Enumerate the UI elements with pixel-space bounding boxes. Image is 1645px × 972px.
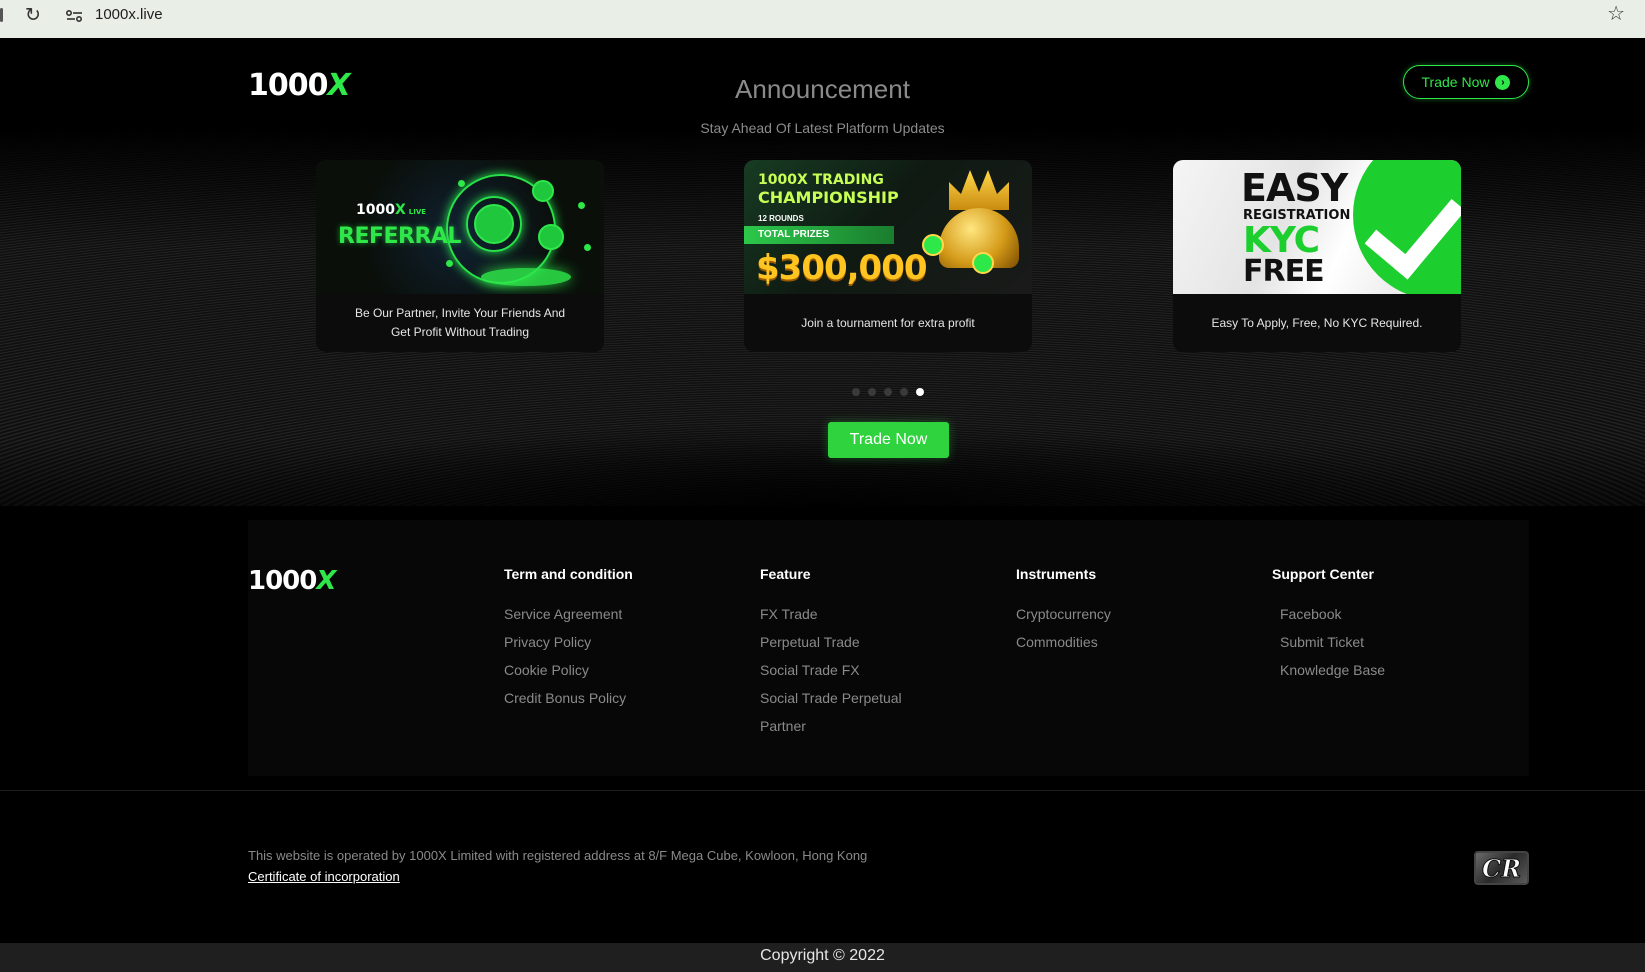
footer-column-title: Term and condition [504, 566, 633, 582]
announcement-card-referral[interactable]: 1000X LIVE REFERRAL Be Our Partner, Invit… [316, 160, 604, 352]
footer-column-title: Support Center [1272, 566, 1374, 582]
avatar [538, 224, 564, 250]
carousel-dot-5[interactable] [916, 388, 924, 396]
prize-amount: $300,000 [756, 248, 928, 288]
header-trade-now-button[interactable]: Trade Now › [1403, 65, 1529, 99]
certificate-link[interactable]: Certificate of incorporation [248, 869, 400, 884]
footer-link-commodities[interactable]: Commodities [1016, 628, 1111, 656]
legal-notice: This website is operated by 1000X Limite… [248, 848, 868, 863]
card-caption: Join a tournament for extra profit [801, 315, 975, 330]
footer-link-fx-trade[interactable]: FX Trade [760, 600, 902, 628]
footer-column-feature: Feature FX Trade Perpetual Trade Social … [760, 566, 902, 740]
referral-banner-logo: 1000X LIVE [356, 202, 427, 218]
arrow-right-circle-icon: › [1495, 74, 1511, 90]
footer-column-title: Feature [760, 566, 811, 582]
browser-toolbar: ↻ 1000x.live ☆ [0, 0, 1645, 38]
footer-link-cryptocurrency[interactable]: Cryptocurrency [1016, 600, 1111, 628]
footer-link-service-agreement[interactable]: Service Agreement [504, 600, 633, 628]
back-edge [0, 8, 3, 22]
site-info-icon[interactable] [63, 5, 87, 27]
card-caption: Be Our Partner, Invite Your Friends And … [354, 306, 566, 339]
gem-icon [922, 234, 944, 256]
carousel-pagination [852, 388, 924, 396]
footer-column-terms: Term and condition Service Agreement Pri… [504, 566, 633, 712]
footer-link-submit-ticket[interactable]: Submit Ticket [1272, 628, 1385, 656]
crown-icon [949, 170, 1009, 210]
carousel-dot-1[interactable] [852, 388, 860, 396]
reload-icon[interactable]: ↻ [22, 5, 44, 27]
page-subtitle: Stay Ahead Of Latest Platform Updates [700, 120, 945, 136]
footer-link-perpetual-trade[interactable]: Perpetual Trade [760, 628, 902, 656]
cr-badge-icon[interactable]: CR [1474, 851, 1529, 885]
footer-divider [0, 790, 1645, 791]
carousel-dot-2[interactable] [868, 388, 876, 396]
referral-banner: 1000X LIVE REFERRAL [316, 160, 604, 294]
announcement-card-championship[interactable]: 1000X TRADING CHAMPIONSHIP 12 ROUNDS TOT… [744, 160, 1032, 352]
avatar [474, 204, 514, 244]
card-caption: Easy To Apply, Free, No KYC Required. [1211, 315, 1423, 330]
kyc-free-banner: EASY REGISTRATION KYC FREE [1173, 160, 1461, 294]
footer-link-credit-bonus-policy[interactable]: Credit Bonus Policy [504, 684, 633, 712]
carousel-dot-4[interactable] [900, 388, 908, 396]
address-bar[interactable]: 1000x.live [95, 4, 163, 26]
footer-link-social-trade-perpetual[interactable]: Social Trade Perpetual [760, 684, 902, 712]
footer-column-title: Instruments [1016, 566, 1097, 582]
footer-link-partner[interactable]: Partner [760, 712, 902, 740]
footer-link-facebook[interactable]: Facebook [1272, 600, 1385, 628]
championship-banner: 1000X TRADING CHAMPIONSHIP 12 ROUNDS TOT… [744, 160, 1032, 294]
avatar [532, 180, 554, 202]
referral-banner-title: REFERRAL [338, 224, 461, 249]
footer-link-privacy-policy[interactable]: Privacy Policy [504, 628, 633, 656]
footer-link-knowledge-base[interactable]: Knowledge Base [1272, 656, 1385, 684]
trade-now-button[interactable]: Trade Now [828, 422, 949, 458]
footer-link-social-trade-fx[interactable]: Social Trade FX [760, 656, 902, 684]
gem-icon [972, 252, 994, 274]
announcement-section: 1000 X Announcement Stay Ahead Of Latest … [0, 38, 1645, 506]
carousel-dot-3[interactable] [884, 388, 892, 396]
tune-icon [65, 10, 83, 23]
copyright-bar: Copyright © 2022 [0, 943, 1645, 972]
bookmark-star-icon[interactable]: ☆ [1607, 3, 1625, 25]
footer-link-cookie-policy[interactable]: Cookie Policy [504, 656, 633, 684]
copyright-text: Copyright © 2022 [760, 947, 885, 964]
footer-logo[interactable]: 1000 X [248, 566, 336, 596]
footer-column-instruments: Instruments Cryptocurrency Commodities [1016, 566, 1111, 656]
announcement-card-kyc-free[interactable]: EASY REGISTRATION KYC FREE Easy To Apply… [1173, 160, 1461, 352]
footer-column-support: Support Center Facebook Submit Ticket Kn… [1272, 566, 1385, 684]
page-title: Announcement [735, 74, 910, 104]
